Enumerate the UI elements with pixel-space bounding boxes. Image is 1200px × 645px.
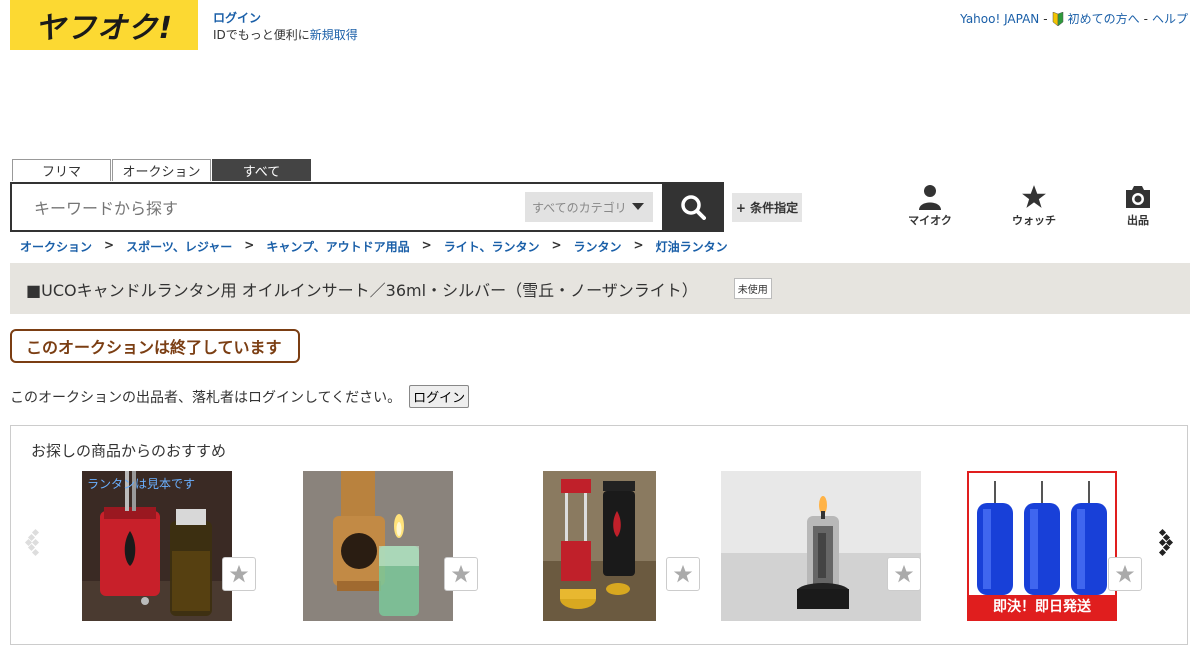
user-icon bbox=[919, 185, 941, 210]
recommend-item-image[interactable] bbox=[303, 471, 453, 621]
help-link[interactable]: ヘルプ bbox=[1152, 10, 1188, 27]
beginner-mark-icon bbox=[1052, 11, 1063, 26]
yahoo-japan-link[interactable]: Yahoo! JAPAN bbox=[960, 12, 1039, 26]
star-icon bbox=[894, 564, 914, 583]
breadcrumb-item[interactable]: ランタン bbox=[574, 238, 622, 255]
myauc-nav[interactable]: マイオク bbox=[900, 184, 960, 228]
myauc-label: マイオク bbox=[908, 214, 952, 227]
breadcrumb-item[interactable]: スポーツ、レジャー bbox=[126, 238, 232, 255]
watch-label: ウォッチ bbox=[1012, 214, 1056, 227]
breadcrumb-item[interactable]: 灯油ランタン bbox=[656, 238, 728, 255]
watch-star-button[interactable] bbox=[1108, 557, 1142, 591]
logo-text: ヤフオク! bbox=[34, 11, 174, 46]
star-icon bbox=[229, 564, 249, 583]
next-arrow-icon[interactable] bbox=[1155, 528, 1175, 558]
login-notice: このオークションの出品者、落札者はログインしてください。 ログイン bbox=[10, 385, 470, 408]
search-input[interactable] bbox=[32, 196, 516, 220]
tab-all[interactable]: すべて bbox=[212, 159, 311, 181]
watch-star-button[interactable] bbox=[222, 557, 256, 591]
star-icon bbox=[451, 564, 471, 583]
recommend-item-image[interactable] bbox=[721, 471, 921, 621]
item-title-bar: ■UCOキャンドルランタン用 オイルインサート／36ml・シルバー（雪丘・ノーザ… bbox=[10, 263, 1190, 314]
sample-note: ランタンは見本です bbox=[87, 477, 196, 491]
breadcrumb-sep: > bbox=[633, 238, 644, 252]
breadcrumb-sep: > bbox=[421, 238, 432, 252]
star-icon bbox=[1115, 564, 1135, 583]
instant-ship-label: 即決！即日発送 bbox=[993, 599, 1091, 615]
star-icon bbox=[1022, 185, 1046, 208]
login-link[interactable]: ログイン bbox=[213, 11, 261, 25]
breadcrumb-sep: > bbox=[244, 238, 255, 252]
condition-badge: 未使用 bbox=[733, 278, 772, 299]
camera-icon bbox=[1126, 186, 1150, 208]
breadcrumb: オークション > スポーツ、レジャー > キャンプ、アウトドア用品 > ライト、… bbox=[20, 238, 728, 255]
tab-furima[interactable]: フリマ bbox=[12, 159, 111, 181]
breadcrumb-sep: > bbox=[104, 238, 115, 252]
header-links: Yahoo! JAPAN - 初めての方へ - ヘルプ bbox=[960, 10, 1188, 27]
search-icon bbox=[681, 195, 706, 220]
sell-nav[interactable]: 出品 bbox=[1108, 184, 1168, 228]
star-icon bbox=[673, 564, 693, 583]
first-time-link[interactable]: 初めての方へ bbox=[1068, 10, 1140, 27]
header-sep: - bbox=[1143, 11, 1148, 26]
yahuoku-logo[interactable]: ヤフオク! bbox=[10, 0, 198, 50]
recommend-title: お探しの商品からのおすすめ bbox=[31, 442, 227, 460]
breadcrumb-item[interactable]: ライト、ランタン bbox=[444, 238, 540, 255]
recommend-item-image[interactable]: 即決！即日発送 bbox=[967, 471, 1117, 621]
item-title: ■UCOキャンドルランタン用 オイルインサート／36ml・シルバー（雪丘・ノーザ… bbox=[26, 280, 698, 300]
search-button[interactable] bbox=[662, 182, 724, 232]
login-button[interactable]: ログイン bbox=[409, 385, 470, 408]
login-box: ログイン IDでもっと便利に新規取得 bbox=[213, 10, 358, 44]
chevron-down-icon bbox=[632, 203, 644, 210]
search-tabs: フリマ オークション すべて bbox=[12, 159, 311, 181]
sell-label: 出品 bbox=[1127, 214, 1149, 227]
breadcrumb-sep: > bbox=[551, 238, 562, 252]
watch-star-button[interactable] bbox=[887, 557, 921, 591]
signup-link[interactable]: 新規取得 bbox=[310, 28, 358, 42]
product-photo bbox=[721, 471, 921, 621]
watch-star-button[interactable] bbox=[444, 557, 478, 591]
login-notice-text: このオークションの出品者、落札者はログインしてください。 bbox=[10, 389, 402, 406]
search-bar: すべてのカテゴリ bbox=[10, 182, 664, 232]
category-select[interactable]: すべてのカテゴリ bbox=[525, 192, 653, 222]
login-prompt: IDでもっと便利に bbox=[213, 28, 310, 42]
watch-star-button[interactable] bbox=[666, 557, 700, 591]
header-sep: - bbox=[1043, 11, 1048, 26]
auction-ended-label: このオークションは終了しています bbox=[10, 329, 300, 363]
prev-arrow-icon[interactable] bbox=[24, 528, 44, 558]
product-photo bbox=[82, 471, 232, 621]
breadcrumb-item[interactable]: オークション bbox=[20, 238, 92, 255]
breadcrumb-item[interactable]: キャンプ、アウトドア用品 bbox=[266, 238, 409, 255]
category-select-label: すべてのカテゴリ bbox=[532, 200, 627, 215]
recommend-item-image[interactable]: ランタンは見本です bbox=[82, 471, 232, 621]
tab-auction[interactable]: オークション bbox=[112, 159, 211, 181]
recommend-item-image[interactable] bbox=[543, 471, 656, 621]
watch-nav[interactable]: ウォッチ bbox=[1004, 184, 1064, 228]
product-photo bbox=[303, 471, 453, 621]
condition-button[interactable]: + 条件指定 bbox=[732, 193, 802, 222]
product-photo bbox=[543, 471, 656, 621]
